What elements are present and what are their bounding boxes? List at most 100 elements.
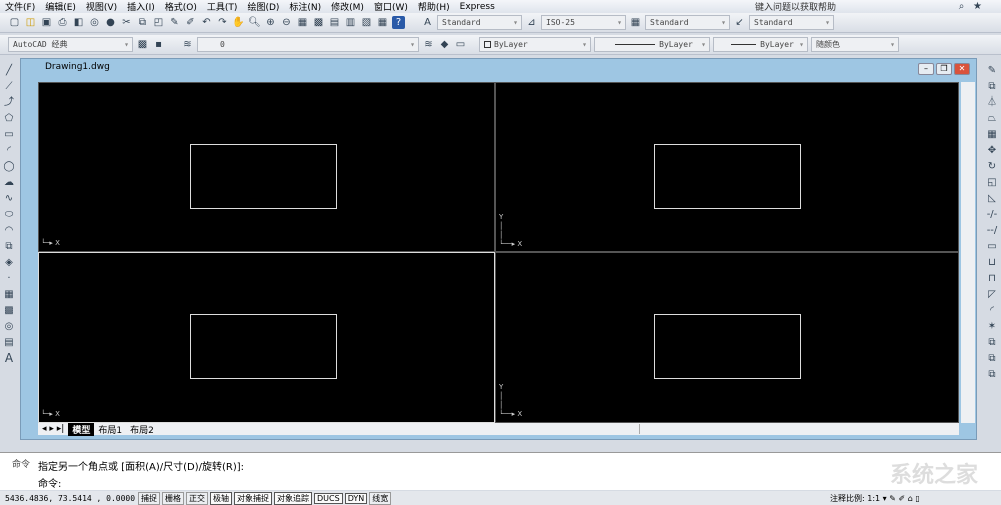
command-input[interactable]: 命令:	[38, 475, 61, 490]
menu-view[interactable]: 视图(V)	[81, 0, 122, 13]
minimize-button[interactable]: –	[918, 63, 934, 75]
pan-icon[interactable]: ✋	[232, 16, 245, 29]
menu-modify[interactable]: 修改(M)	[326, 0, 369, 13]
stretch-icon[interactable]: ◺	[986, 192, 998, 205]
polyline-icon[interactable]: ⤴	[3, 96, 15, 109]
region-icon[interactable]: ◎	[3, 320, 15, 333]
workspace-save-icon[interactable]: ▪	[152, 38, 165, 51]
polygon-icon[interactable]: ⬠	[3, 112, 15, 125]
rectangle-shape[interactable]	[654, 144, 801, 209]
undo-icon[interactable]: ↶	[200, 16, 213, 29]
rectangle-shape[interactable]	[190, 144, 337, 209]
search-icon[interactable]: ⌕	[955, 0, 968, 13]
tab-layout2[interactable]: 布局2	[126, 423, 158, 436]
bring-front-icon[interactable]: ⧉	[986, 352, 998, 365]
design-center-icon[interactable]: ▩	[312, 16, 325, 29]
break-icon[interactable]: ⊔	[986, 256, 998, 269]
draw-order-icon[interactable]: ⧉	[986, 336, 998, 349]
new-icon[interactable]: ▢	[8, 16, 21, 29]
model-space-canvas[interactable]: └─▸ X Y │ │ └──▸ X └─▸ X Y │ │ └──▸ X	[38, 82, 959, 423]
menu-help[interactable]: 帮助(H)	[413, 0, 455, 13]
insert-block-icon[interactable]: ⧉	[3, 240, 15, 253]
revision-cloud-icon[interactable]: ☁	[3, 176, 15, 189]
rotate-icon[interactable]: ↻	[986, 160, 998, 173]
multileader-style-select[interactable]: Standard	[749, 15, 834, 30]
viewport-bottom-right[interactable]: Y │ │ └──▸ X	[495, 252, 959, 423]
clean-screen-icon[interactable]: ▯	[915, 494, 919, 503]
table-icon[interactable]: ▤	[3, 336, 15, 349]
toggle-ortho[interactable]: 正交	[186, 491, 208, 505]
menu-file[interactable]: 文件(F)	[0, 0, 40, 13]
restore-button[interactable]: ❐	[936, 63, 952, 75]
gradient-icon[interactable]: ▩	[3, 304, 15, 317]
annotation-visibility-icon[interactable]: ✎	[889, 494, 896, 503]
color-select[interactable]: ByLayer	[479, 37, 591, 52]
toggle-grid[interactable]: 栅格	[162, 491, 184, 505]
favorites-icon[interactable]: ★	[971, 0, 984, 13]
dim-style-select[interactable]: ISO-25	[541, 15, 626, 30]
toggle-snap[interactable]: 捕捉	[138, 491, 160, 505]
break-at-point-icon[interactable]: ▭	[986, 240, 998, 253]
tab-model[interactable]: 模型	[68, 422, 95, 436]
tab-nav-arrows[interactable]: ◂ ▸ ▸|	[38, 424, 68, 434]
vertical-scrollbar[interactable]	[961, 82, 975, 423]
match-properties-icon[interactable]: ✎	[168, 16, 181, 29]
layer-select[interactable]: 0	[197, 37, 419, 52]
paste-icon[interactable]: ◰	[152, 16, 165, 29]
copy-icon[interactable]: ⧉	[136, 16, 149, 29]
tool-palettes-icon[interactable]: ▤	[328, 16, 341, 29]
rectangle-icon[interactable]: ▭	[3, 128, 15, 141]
point-icon[interactable]: ·	[3, 272, 15, 285]
annotation-scale-value[interactable]: 1:1	[867, 494, 880, 503]
cut-icon[interactable]: ✂	[120, 16, 133, 29]
tab-layout1[interactable]: 布局1	[94, 423, 126, 436]
menu-dimension[interactable]: 标注(N)	[284, 0, 326, 13]
rectangle-shape[interactable]	[190, 314, 337, 379]
mirror-icon[interactable]: ⏃	[986, 96, 998, 109]
publish-icon[interactable]: ◎	[88, 16, 101, 29]
toggle-dyn[interactable]: DYN	[344, 492, 368, 504]
viewport-bottom-left[interactable]: └─▸ X	[38, 252, 495, 423]
horizontal-scrollbar[interactable]	[639, 424, 959, 434]
annotation-scale[interactable]: 注释比例: 1:1 ▾ ✎ ✐ ⌂ ▯	[830, 493, 920, 504]
calculator-icon[interactable]: ▦	[376, 16, 389, 29]
toggle-ducs[interactable]: DUCS	[314, 492, 343, 504]
layer-previous-icon[interactable]: ◆	[438, 38, 451, 51]
workspace-select[interactable]: AutoCAD 经典	[8, 37, 133, 52]
hatch-icon[interactable]: ▦	[3, 288, 15, 301]
construction-line-icon[interactable]: ⟋	[3, 80, 15, 93]
preview-icon[interactable]: ◧	[72, 16, 85, 29]
menu-insert[interactable]: 插入(I)	[122, 0, 160, 13]
menu-window[interactable]: 窗口(W)	[369, 0, 413, 13]
open-icon[interactable]: ◫	[24, 16, 37, 29]
save-icon[interactable]: ▣	[40, 16, 53, 29]
line-icon[interactable]: ╱	[3, 64, 15, 77]
menu-express[interactable]: Express	[455, 2, 500, 12]
spline-icon[interactable]: ∿	[3, 192, 15, 205]
trim-icon[interactable]: -/-	[986, 208, 998, 221]
zoom-window-icon[interactable]: ⊕	[264, 16, 277, 29]
make-block-icon[interactable]: ◈	[3, 256, 15, 269]
arc-icon[interactable]: ◜	[3, 144, 15, 157]
plot-style-select[interactable]: 随颜色	[811, 37, 899, 52]
workspace-settings-icon[interactable]: ▩	[136, 38, 149, 51]
print-icon[interactable]: ⎙	[56, 16, 69, 29]
lineweight-select[interactable]: ByLayer	[713, 37, 808, 52]
viewport-top-left[interactable]: └─▸ X	[38, 82, 495, 252]
ellipse-arc-icon[interactable]: ◠	[3, 224, 15, 237]
menu-tools[interactable]: 工具(T)	[202, 0, 243, 13]
layer-states-icon[interactable]: ▭	[454, 38, 467, 51]
circle-icon[interactable]: ◯	[3, 160, 15, 173]
toggle-osnap[interactable]: 对象捕捉	[234, 491, 272, 505]
scale-icon[interactable]: ◱	[986, 176, 998, 189]
toggle-polar[interactable]: 极轴	[210, 491, 232, 505]
explode-icon[interactable]: ✶	[986, 320, 998, 333]
chamfer-icon[interactable]: ◸	[986, 288, 998, 301]
extend-icon[interactable]: --/	[986, 224, 998, 237]
markup-icon[interactable]: ▧	[360, 16, 373, 29]
redo-icon[interactable]: ↷	[216, 16, 229, 29]
layer-manager-icon[interactable]: ≋	[181, 38, 194, 51]
multiline-text-icon[interactable]: A	[3, 352, 15, 365]
linetype-select[interactable]: ByLayer	[594, 37, 710, 52]
join-icon[interactable]: ⊓	[986, 272, 998, 285]
